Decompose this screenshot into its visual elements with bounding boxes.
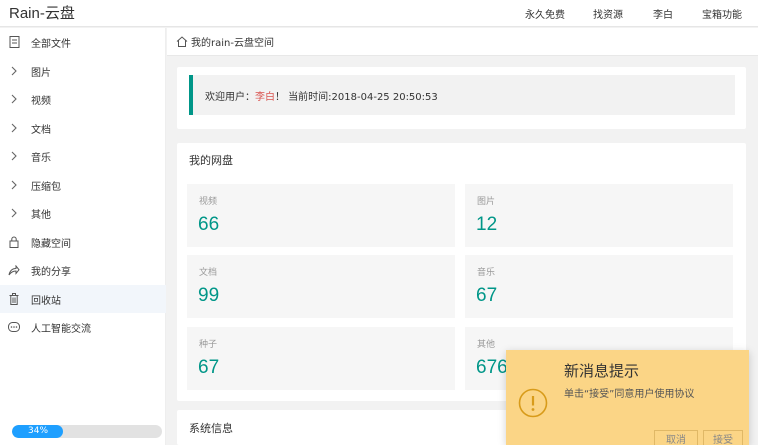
sidebar-item-label: 图片 — [31, 67, 51, 79]
chevron-right-icon — [8, 179, 20, 191]
sidebar-item-archives[interactable]: 压缩包 — [0, 171, 166, 199]
sidebar-item-hidden-space[interactable]: 隐藏空间 — [0, 228, 166, 256]
stat-torrents[interactable]: 种子 67 — [187, 327, 455, 390]
welcome-card: 欢迎用户：李白！ 当前时间:2018-04-25 20:50:53 — [177, 67, 746, 129]
sidebar: 全部文件 图片 视频 文档 音乐 压缩包 其他 隐藏空间 我的分享 回收站 人工… — [0, 28, 166, 445]
file-icon — [8, 36, 20, 48]
trash-icon — [8, 293, 20, 305]
stat-label: 其他 — [477, 340, 496, 350]
warning-icon — [518, 388, 548, 418]
share-icon — [8, 264, 20, 276]
sidebar-item-label: 视频 — [31, 95, 51, 107]
my-disk-title: 我的网盘 — [189, 154, 233, 167]
lock-icon — [8, 236, 20, 248]
nav-user[interactable]: 李白 — [653, 6, 673, 21]
sidebar-item-other[interactable]: 其他 — [0, 199, 166, 227]
chevron-right-icon — [8, 122, 20, 134]
welcome-username: 李白 — [255, 91, 275, 103]
stat-images[interactable]: 图片 12 — [465, 184, 733, 247]
breadcrumb: 我的rain-云盘空间 — [167, 28, 758, 56]
home-icon[interactable] — [176, 36, 188, 47]
notification-popup: 新消息提示 单击“接受”同意用户使用协议 取消 接受 — [506, 350, 749, 445]
chat-icon — [8, 321, 20, 333]
storage-progress-fill: 34% — [12, 425, 63, 438]
stat-documents[interactable]: 文档 99 — [187, 255, 455, 318]
chevron-right-icon — [8, 207, 20, 219]
chevron-right-icon — [8, 93, 20, 105]
sidebar-item-images[interactable]: 图片 — [0, 57, 166, 85]
welcome-banner: 欢迎用户：李白！ 当前时间:2018-04-25 20:50:53 — [189, 75, 735, 115]
sidebar-item-label: 文档 — [31, 124, 51, 136]
sidebar-item-label: 隐藏空间 — [31, 238, 71, 250]
sidebar-item-label: 人工智能交流 — [31, 323, 91, 335]
sidebar-item-recycle-bin[interactable]: 回收站 — [0, 285, 166, 313]
system-info-title: 系统信息 — [189, 422, 233, 435]
nav-find-resources[interactable]: 找资源 — [593, 6, 623, 21]
chevron-right-icon — [8, 65, 20, 77]
stat-label: 文档 — [199, 268, 218, 278]
stat-value: 67 — [476, 285, 498, 306]
sidebar-item-label: 压缩包 — [31, 181, 61, 193]
storage-progress-label: 34% — [28, 426, 49, 436]
sidebar-item-music[interactable]: 音乐 — [0, 142, 166, 170]
stat-value: 67 — [198, 357, 220, 378]
stat-value: 99 — [198, 285, 220, 306]
chevron-right-icon — [8, 150, 20, 162]
sidebar-item-label: 我的分享 — [31, 266, 71, 278]
stat-value: 676 — [476, 357, 508, 378]
breadcrumb-current[interactable]: 我的rain-云盘空间 — [191, 34, 274, 49]
stat-label: 音乐 — [477, 268, 496, 278]
stat-label: 图片 — [477, 197, 496, 207]
cancel-button[interactable]: 取消 — [654, 430, 698, 445]
storage-progress-bar: 34% — [12, 425, 162, 438]
stat-music[interactable]: 音乐 67 — [465, 255, 733, 318]
sidebar-item-my-shares[interactable]: 我的分享 — [0, 256, 166, 284]
stat-label: 视频 — [199, 197, 218, 207]
app-logo[interactable]: Rain-云盘 — [9, 2, 75, 23]
sidebar-item-videos[interactable]: 视频 — [0, 85, 166, 113]
sidebar-item-label: 其他 — [31, 209, 51, 221]
popup-message: 单击“接受”同意用户使用协议 — [564, 389, 695, 400]
sidebar-item-documents[interactable]: 文档 — [0, 114, 166, 142]
stat-value: 12 — [476, 214, 498, 235]
sidebar-item-label: 全部文件 — [31, 38, 71, 50]
accept-button[interactable]: 接受 — [703, 430, 743, 445]
nav-free[interactable]: 永久免费 — [525, 6, 565, 21]
stat-label: 种子 — [199, 340, 218, 350]
sidebar-item-label: 回收站 — [31, 295, 61, 307]
welcome-text: 欢迎用户：李白！ 当前时间:2018-04-25 20:50:53 — [205, 91, 438, 103]
sidebar-item-ai-chat[interactable]: 人工智能交流 — [0, 313, 166, 341]
top-header: Rain-云盘 永久免费 找资源 李白 宝箱功能 — [0, 0, 758, 27]
stat-value: 66 — [198, 214, 220, 235]
popup-title: 新消息提示 — [564, 362, 640, 380]
sidebar-item-all-files[interactable]: 全部文件 — [0, 28, 166, 56]
sidebar-item-label: 音乐 — [31, 152, 51, 164]
stat-videos[interactable]: 视频 66 — [187, 184, 455, 247]
nav-treasure[interactable]: 宝箱功能 — [702, 6, 742, 21]
